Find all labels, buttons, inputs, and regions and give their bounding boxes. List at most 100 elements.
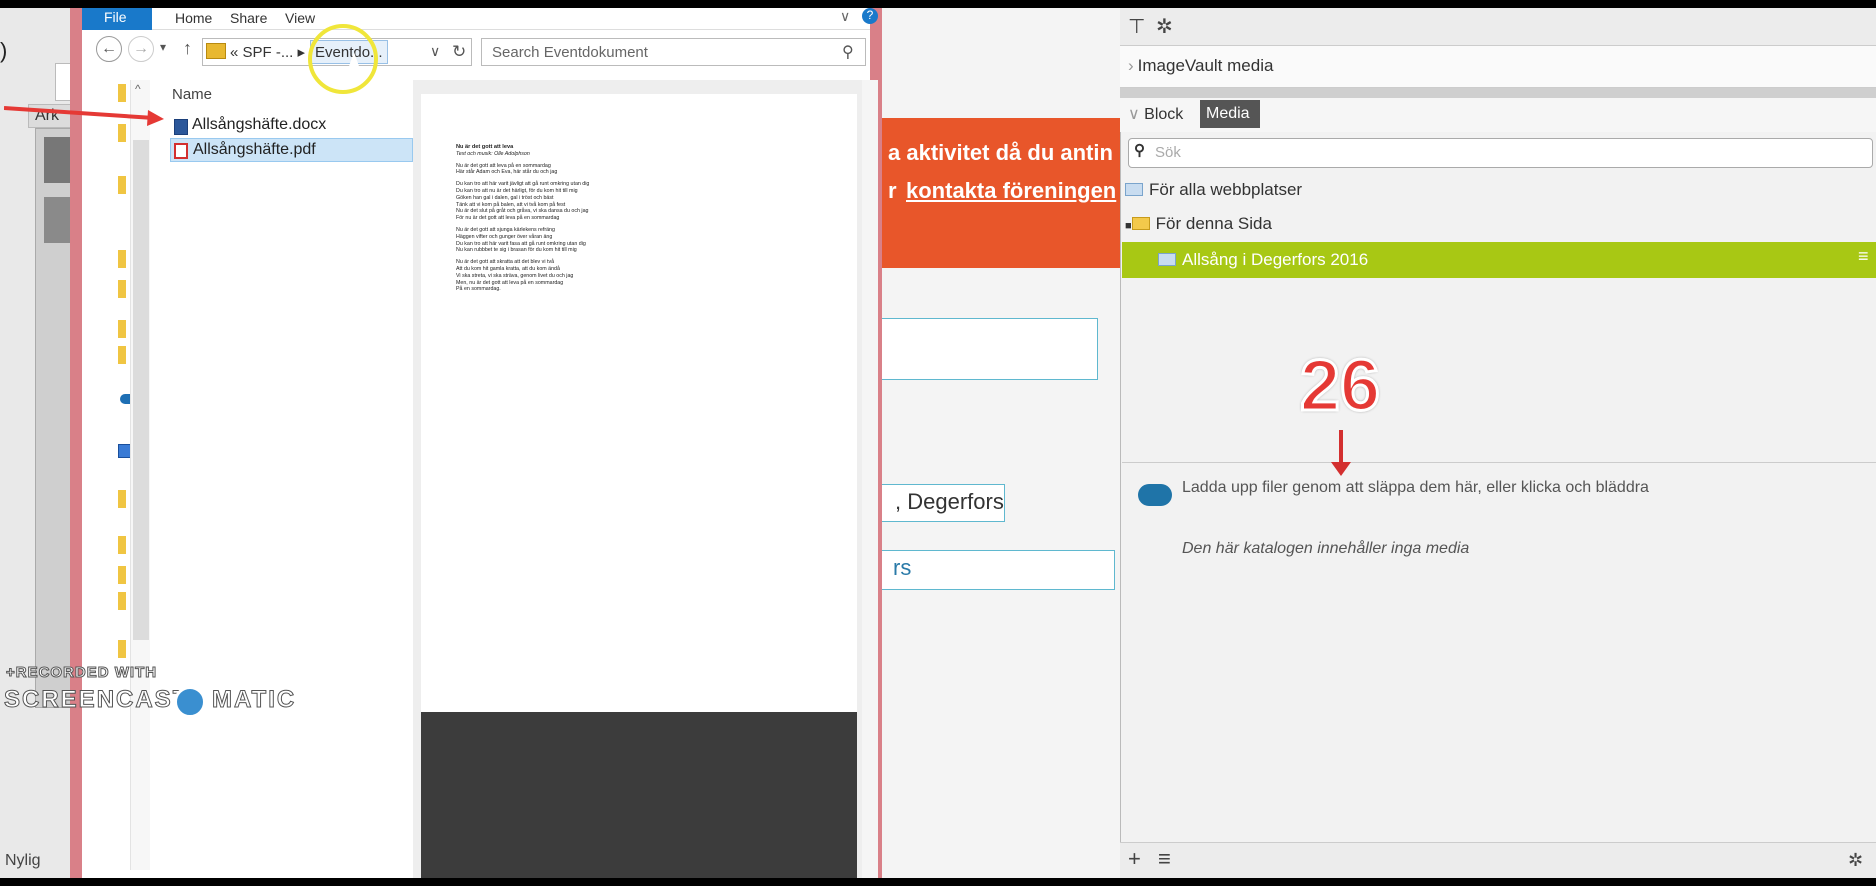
mouse-cursor (347, 52, 361, 72)
contact-link[interactable]: kontakta föreningen (906, 178, 1116, 204)
up-icon[interactable]: ↑ (183, 38, 192, 59)
imagevault-header[interactable]: › ImageVault media (1120, 46, 1876, 88)
doc-line: Du kan tro att här varit jävligt att gå … (456, 181, 590, 188)
nav-folder-icon[interactable] (118, 592, 126, 610)
pin-icon[interactable]: ⊤ (1128, 14, 1145, 39)
doc-subtitle: Text och musik: Olle Adolphson (456, 150, 530, 157)
doc-paragraph: Nu är det gott att skratta att det blev … (456, 259, 836, 293)
doc-line: För nu är det gott att leva på en sommar… (456, 215, 560, 222)
doc-title: Nu är det gott att leva (456, 144, 514, 150)
file-item-docx[interactable]: Allsångshäfte.docx (170, 114, 413, 138)
nav-item-recent[interactable]: Nylig (5, 852, 41, 870)
media-search-input[interactable]: Sök (1128, 138, 1873, 168)
address-dropdown-icon[interactable]: ∨ (430, 43, 440, 60)
sort-caret-icon[interactable]: ^ (135, 82, 141, 96)
banner-prefix: r (888, 178, 897, 203)
tree-item-all-sites[interactable]: För alla webbplatser (1125, 180, 1302, 200)
watermark-line1: +RECORDED WITH (5, 664, 158, 682)
drop-zone[interactable] (1122, 462, 1876, 842)
file-item-pdf[interactable]: Allsångshäfte.pdf (170, 138, 413, 162)
screencast-logo-icon (174, 686, 206, 718)
banner-text: a aktivitet då du antin (888, 140, 1113, 165)
doc-line: Du kan tro att nu är det härligt, för du… (456, 187, 578, 194)
explorer-search-input[interactable]: Search Eventdokument (481, 38, 866, 66)
nav-folder-icon[interactable] (118, 176, 126, 194)
nav-scrollbar[interactable] (130, 80, 150, 870)
doc-paragraphs: Nu är det gott att leva på en sommardag H… (456, 163, 836, 294)
tree-item-allsang[interactable]: Allsång i Degerfors 2016 (1158, 250, 1368, 270)
nav-folder-icon[interactable] (118, 640, 126, 658)
menu-icon[interactable]: ≡ (1858, 246, 1869, 267)
ribbon-tab-home[interactable]: Home (175, 10, 212, 26)
column-header-name[interactable]: Name (172, 86, 212, 103)
doc-line: Göken han gal i dalen, gal i tröst och b… (456, 194, 554, 201)
step-number: 26 (1298, 345, 1381, 428)
forward-icon[interactable]: → (128, 36, 154, 62)
doc-line: Men, nu är det gott att leva på en somma… (456, 279, 564, 286)
nav-folder-icon[interactable] (118, 346, 126, 364)
panel-bottom-bar (1120, 842, 1876, 878)
nav-folder-icon[interactable] (118, 490, 126, 508)
doc-line: Nu kan rubbbet te sig i brasan för du ko… (456, 247, 577, 254)
folder-icon (1158, 253, 1176, 266)
chevron-down-icon: ∨ (1128, 106, 1145, 123)
breadcrumb[interactable]: « SPF -... ▸ (230, 43, 305, 61)
search-icon: ⚲ (842, 44, 854, 61)
chevron-right-icon: › (1128, 56, 1134, 75)
cloud-upload-icon[interactable] (1138, 484, 1172, 506)
panel-separator (1120, 88, 1876, 98)
nav-folder-icon[interactable] (118, 566, 126, 584)
chevron-down-icon[interactable]: ∨ (840, 8, 850, 25)
ribbon-tab-share[interactable]: Share (230, 10, 267, 26)
gear-icon[interactable]: ✲ (1156, 14, 1173, 39)
tab-media[interactable]: Media (1200, 100, 1260, 128)
preview-scrollbar[interactable] (862, 80, 878, 878)
nav-folder-icon[interactable] (118, 536, 126, 554)
link-field[interactable]: rs (880, 550, 1115, 590)
annotation-arrow-left (4, 106, 164, 126)
refresh-icon[interactable]: ↻ (452, 42, 466, 62)
form-field[interactable] (880, 318, 1098, 380)
nav-folder-icon[interactable] (118, 250, 126, 268)
upload-hint[interactable]: Ladda upp filer genom att släppa dem här… (1182, 477, 1852, 498)
nav-folder-icon[interactable] (118, 320, 126, 338)
screen: Ark ) Nylig a aktivitet då du antin r ko… (0, 0, 1876, 886)
doc-line: Häggen vifter och gunger över våran äng (456, 233, 553, 240)
doc-line: Nu är det gott att sjunga kärlekens refr… (456, 226, 555, 233)
folder-icon (1125, 183, 1143, 196)
cursor-highlight (308, 24, 378, 94)
help-icon[interactable]: ? (862, 8, 878, 24)
doc-line: Nu är det gott att skratta att det blev … (456, 259, 555, 266)
tab-block[interactable]: ∨ Block (1128, 104, 1183, 124)
panel-toolbar (1120, 8, 1876, 46)
nav-folder-icon[interactable] (118, 280, 126, 298)
folder-icon (206, 43, 226, 59)
tree-item-this-page[interactable]: ■ För denna Sida (1125, 214, 1272, 234)
doc-line: Här står Adam och Eva, här står du och j… (456, 169, 558, 176)
doc-paragraph: Du kan tro att här varit jävligt att gå … (456, 181, 836, 222)
add-icon[interactable]: + (1128, 846, 1141, 872)
city-field[interactable]: , Degerfors (880, 484, 1005, 522)
annotation-arrow-head (1331, 462, 1351, 476)
doc-line: Vi ska streta, vi ska sträva, genom live… (456, 272, 574, 279)
tab-block-label: Block (1144, 106, 1184, 123)
ribbon-tab-file[interactable]: File (82, 8, 152, 30)
ribbon-tab-view[interactable]: View (285, 10, 315, 26)
doc-paragraph: Nu är det gott att sjunga kärlekens refr… (456, 227, 836, 254)
partial-marker: ) (0, 38, 8, 63)
tree-label: För alla webbplatser (1149, 180, 1303, 199)
list-menu-icon[interactable]: ≡ (1158, 846, 1171, 872)
doc-line: Du kan tro att här varit fasa att gå run… (456, 240, 586, 247)
pdf-icon (174, 143, 188, 159)
doc-line: På en sommardag. (456, 286, 501, 293)
nav-folder-icon[interactable] (118, 84, 126, 102)
settings-icon[interactable]: ✲ (1848, 850, 1863, 871)
tree-label: Allsång i Degerfors 2016 (1182, 250, 1369, 269)
recent-dropdown-icon[interactable]: ▾ (160, 40, 166, 54)
back-icon[interactable]: ← (96, 36, 122, 62)
doc-line: Att du kom hit gamla kratta, att du kom … (456, 265, 560, 272)
folder-icon (1131, 217, 1150, 230)
scroll-thumb[interactable] (133, 140, 149, 640)
watermark-matic: MATIC (211, 686, 297, 714)
search-icon: ⚲ (1134, 142, 1145, 159)
